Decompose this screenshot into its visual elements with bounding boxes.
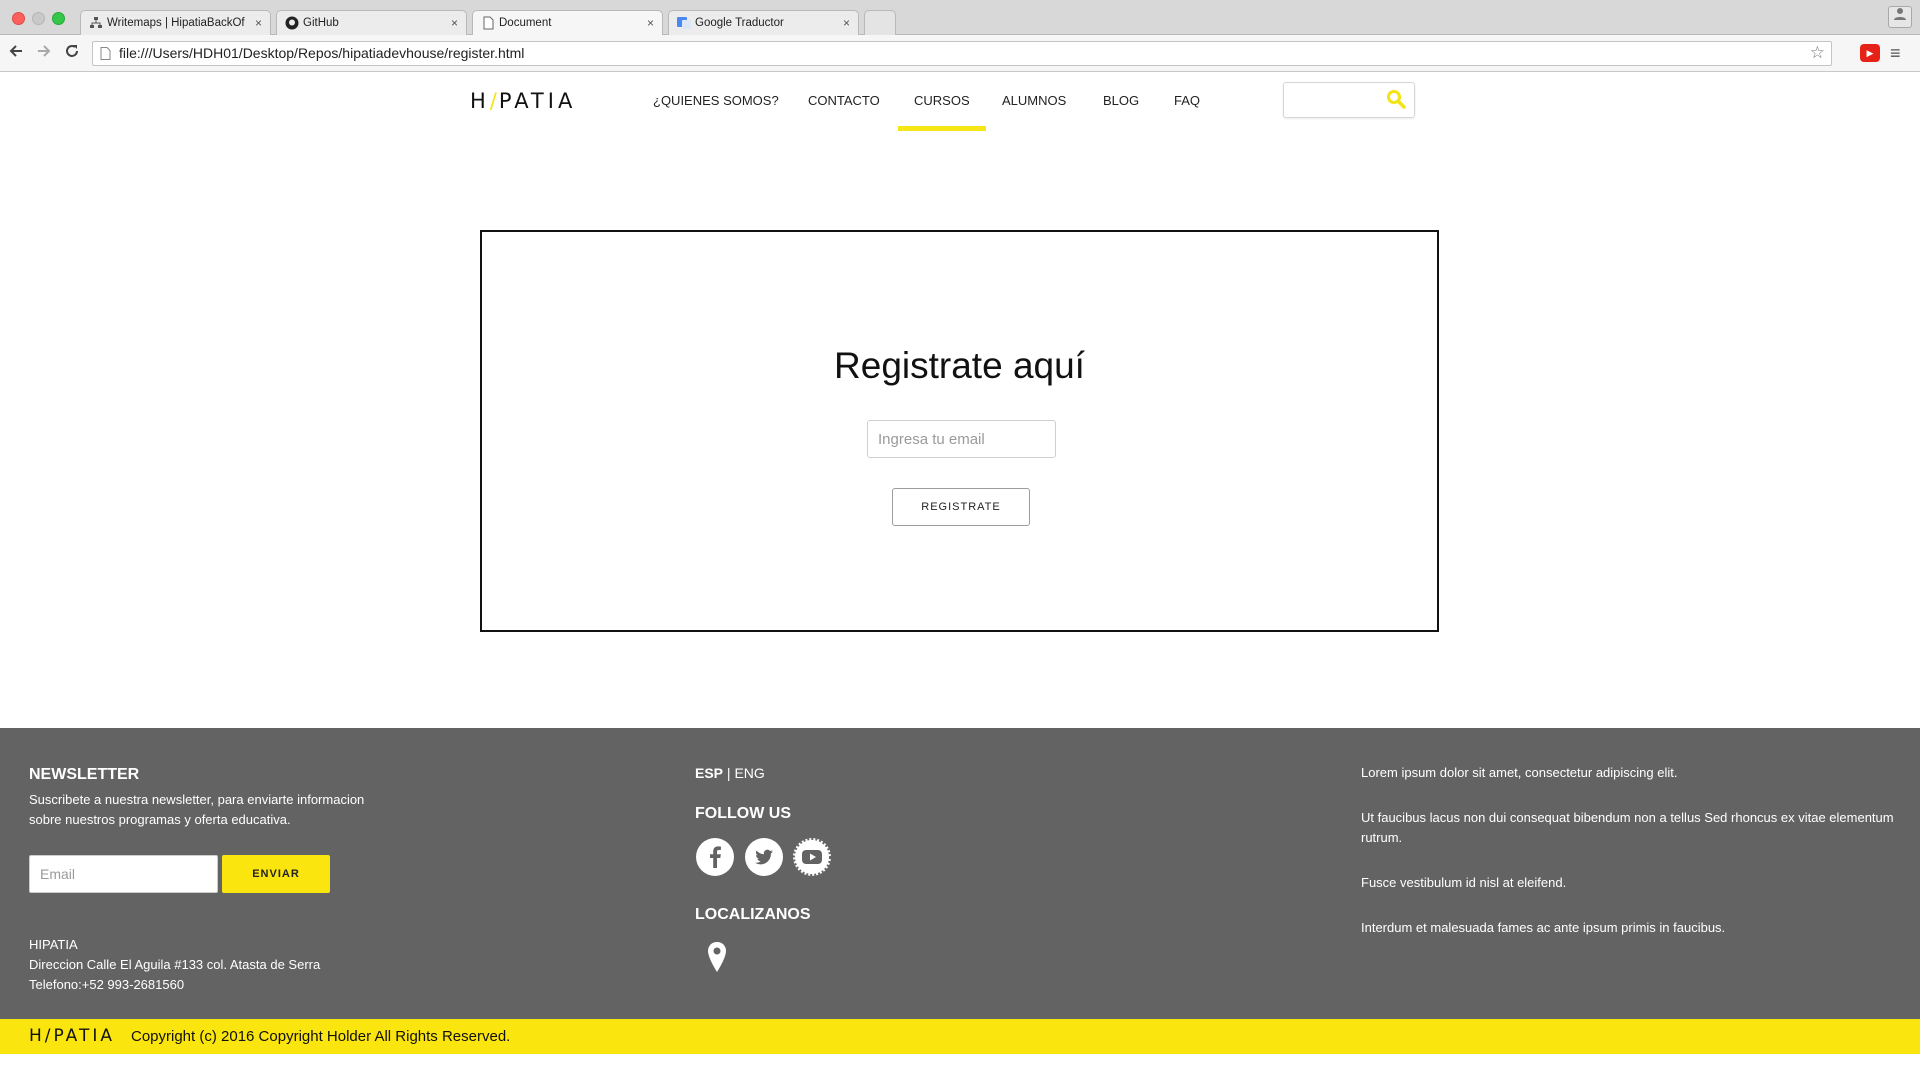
menu-icon[interactable]: ≡ (1890, 42, 1901, 64)
tab-title: Document (499, 17, 552, 29)
follow-us-heading: FOLLOW US (695, 805, 791, 822)
newsletter-send-button[interactable]: ENVIAR (222, 855, 330, 893)
logo-text: PATIA (498, 89, 577, 113)
youtube-extension-icon[interactable]: ▶ (1860, 44, 1880, 62)
twitter-icon[interactable] (745, 838, 783, 876)
language-switcher: ESP | ENG (695, 765, 765, 781)
browser-tab-document[interactable]: Document × (472, 10, 663, 36)
newsletter-text-line2: sobre nuestros programas y oferta educat… (29, 812, 291, 827)
contact-name: HIPATIA (29, 937, 78, 952)
page-bottom-area (0, 1054, 1920, 1080)
lorem-line-1: Lorem ipsum dolor sit amet, consectetur … (1361, 765, 1678, 780)
browser-tab-strip: Writemaps | HipatiaBackOf × GitHub × Doc… (0, 0, 1920, 36)
lorem-line-4: Fusce vestibulum id nisl at eleifend. (1361, 875, 1567, 890)
browser-tab-writemaps[interactable]: Writemaps | HipatiaBackOf × (80, 10, 271, 35)
sitemap-icon (89, 16, 103, 30)
tab-title: Google Traductor (695, 17, 784, 29)
localizanos-heading: LOCALIZANOS (695, 906, 811, 923)
contact-address: Direccion Calle El Aguila #133 col. Atas… (29, 957, 321, 972)
tab-title: GitHub (303, 17, 339, 29)
tab-title: Writemaps | HipatiaBackOf (107, 17, 245, 29)
lorem-line-3: rutrum. (1361, 830, 1403, 845)
search-icon[interactable] (1386, 89, 1406, 109)
copyright-text: Copyright (c) 2016 Copyright Holder All … (131, 1028, 511, 1045)
page-icon (100, 42, 111, 67)
document-icon (481, 16, 495, 30)
new-tab-button[interactable] (864, 10, 896, 35)
nav-contacto[interactable]: CONTACTO (808, 93, 880, 108)
search-input[interactable] (1283, 82, 1415, 118)
tab-close-icon[interactable]: × (843, 11, 850, 35)
newsletter-text-line1: Suscribete a nuestra newsletter, para en… (29, 792, 365, 807)
url-text: file:///Users/HDH01/Desktop/Repos/hipati… (119, 45, 525, 61)
browser-tab-google-traductor[interactable]: Google Traductor × (668, 10, 859, 35)
site-footer: NEWSLETTER Suscribete a nuestra newslett… (0, 728, 1920, 1019)
address-bar[interactable]: file:///Users/HDH01/Desktop/Repos/hipati… (92, 41, 1832, 66)
copyright-bar: H/PATIA Copyright (c) 2016 Copyright Hol… (0, 1019, 1920, 1054)
map-pin-icon[interactable] (706, 941, 728, 973)
tab-close-icon[interactable]: × (647, 11, 654, 36)
logo-letter: H (470, 89, 490, 113)
nav-cursos[interactable]: CURSOS (898, 93, 986, 131)
tab-close-icon[interactable]: × (451, 11, 458, 35)
browser-toolbar: file:///Users/HDH01/Desktop/Repos/hipati… (0, 35, 1920, 72)
google-translate-icon (677, 16, 691, 30)
register-title: Registrate aquí (834, 345, 1085, 386)
github-icon (285, 16, 299, 30)
nav-quienes-somos[interactable]: ¿QUIENES SOMOS? (653, 93, 779, 108)
minimize-window-button[interactable] (32, 12, 45, 25)
logo-slash: / (489, 89, 499, 113)
site-logo[interactable]: H/PATIA (470, 89, 576, 113)
contact-phone: Telefono:+52 993-2681560 (29, 977, 185, 992)
nav-blog[interactable]: BLOG (1103, 93, 1139, 108)
browser-tab-github[interactable]: GitHub × (276, 10, 467, 35)
bookmark-star-icon[interactable]: ☆ (1810, 42, 1825, 64)
maximize-window-button[interactable] (52, 12, 65, 25)
nav-alumnos[interactable]: ALUMNOS (1002, 93, 1066, 108)
profile-icon[interactable] (1888, 6, 1912, 28)
register-button[interactable]: REGISTRATE (892, 488, 1030, 526)
register-email-input[interactable] (867, 420, 1056, 458)
lang-eng[interactable]: ENG (734, 765, 764, 781)
facebook-icon[interactable] (696, 838, 734, 876)
forward-arrow-icon[interactable] (32, 41, 56, 65)
lorem-line-5: Interdum et malesuada fames ac ante ipsu… (1361, 920, 1726, 935)
register-panel: Registrate aquí REGISTRATE (480, 230, 1439, 632)
tab-close-icon[interactable]: × (255, 11, 262, 35)
nav-faq[interactable]: FAQ (1174, 93, 1200, 108)
newsletter-heading: NEWSLETTER (29, 766, 140, 783)
footer-logo[interactable]: H/PATIA (29, 1026, 115, 1046)
lang-esp[interactable]: ESP (695, 765, 723, 781)
newsletter-email-input[interactable] (29, 855, 218, 893)
site-header: H/PATIA ¿QUIENES SOMOS? CONTACTO CURSOS … (0, 73, 1920, 157)
back-arrow-icon[interactable] (4, 41, 28, 65)
close-window-button[interactable] (12, 12, 25, 25)
lorem-line-2: Ut faucibus lacus non dui consequat bibe… (1361, 810, 1894, 825)
reload-icon[interactable] (60, 41, 84, 65)
youtube-icon[interactable] (793, 838, 831, 876)
lang-separator: | (723, 765, 735, 781)
